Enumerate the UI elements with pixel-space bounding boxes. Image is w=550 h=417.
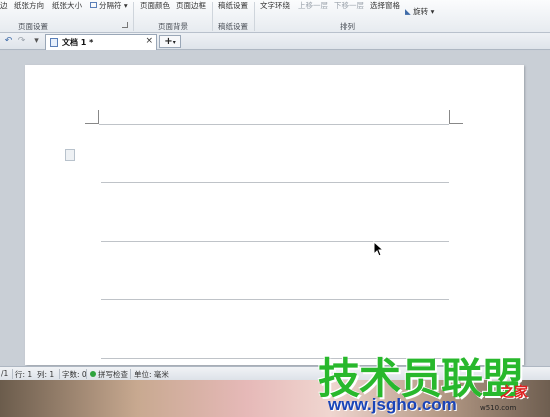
ruled-line <box>101 299 449 300</box>
bring-forward-button[interactable]: 上移一层 <box>298 0 328 11</box>
spell-check-icon <box>90 371 96 377</box>
chevron-down-icon: ▾ <box>172 39 176 46</box>
margins-button[interactable]: 边 <box>0 0 8 11</box>
ruled-line <box>101 182 449 183</box>
chevron-down-icon: ▾ <box>430 7 435 16</box>
page-border-button[interactable]: 页面边框 <box>176 0 206 11</box>
group-page-background: 页面背景 <box>158 22 188 31</box>
status-word-count[interactable]: 字数: 0 <box>62 369 87 380</box>
document-workspace <box>0 51 550 365</box>
status-separator <box>59 369 60 379</box>
selection-pane-button[interactable]: 选择窗格 <box>370 0 400 11</box>
undo-icon[interactable]: ↶ <box>3 35 14 47</box>
status-column: 列: 1 <box>37 370 55 379</box>
breaks-icon <box>90 2 97 8</box>
rotate-label: 旋转 <box>413 7 429 16</box>
chevron-down-icon[interactable]: ▾ <box>31 35 42 47</box>
ruled-line <box>101 241 449 242</box>
status-line: 行: 1 <box>15 370 33 379</box>
breaks-button[interactable]: 分隔符 ▾ <box>90 0 128 11</box>
spell-check-toggle[interactable]: 拼写检查 <box>98 369 128 380</box>
breaks-label: 分隔符 <box>99 1 122 10</box>
rotate-icon: ◣ <box>405 7 411 16</box>
redo-icon[interactable]: ↷ <box>16 35 27 47</box>
ribbon-separator <box>254 2 255 31</box>
ribbon-separator <box>212 2 213 31</box>
status-separator <box>12 369 13 379</box>
status-unit[interactable]: 单位: 毫米 <box>134 369 169 380</box>
header-line <box>99 124 449 125</box>
status-separator <box>86 369 87 379</box>
tab-document-1[interactable]: 文档 1 * × <box>45 34 157 50</box>
watermark-badge: 之家 <box>500 385 528 401</box>
margin-corner-mark <box>85 110 99 124</box>
chevron-down-icon: ▾ <box>123 1 128 10</box>
close-icon[interactable]: × <box>145 36 153 46</box>
plus-icon: + <box>164 36 173 47</box>
ribbon: 边 纸张方向 纸张大小 分隔符 ▾ 页面颜色 页面边框 稿纸设置 文字环绕 上移… <box>0 0 550 33</box>
orientation-button[interactable]: 纸张方向 <box>14 0 44 11</box>
rotate-button[interactable]: ◣ 旋转 ▾ <box>405 6 434 17</box>
document-icon <box>50 38 58 47</box>
page-color-button[interactable]: 页面颜色 <box>140 0 170 11</box>
document-page[interactable] <box>25 65 524 365</box>
mouse-pointer-icon <box>373 241 385 257</box>
manuscript-settings-button[interactable]: 稿纸设置 <box>218 0 248 11</box>
watermark-small-url: w510.com <box>480 404 517 412</box>
new-tab-button[interactable]: +▾ <box>159 35 181 48</box>
group-arrange: 排列 <box>340 22 355 31</box>
status-page: /1 <box>1 369 9 378</box>
paper-size-button[interactable]: 纸张大小 <box>52 0 82 11</box>
margin-corner-mark <box>449 110 463 124</box>
ribbon-separator <box>133 2 134 31</box>
paragraph-mark-icon <box>65 149 75 161</box>
document-tab-bar: ↶ ↷ ▾ 文档 1 * × +▾ <box>0 33 550 50</box>
page-setup-launcher-icon[interactable] <box>122 22 128 28</box>
send-backward-button[interactable]: 下移一层 <box>334 0 364 11</box>
group-page-setup: 页面设置 <box>18 22 48 31</box>
group-manuscript: 稿纸设置 <box>218 22 248 31</box>
text-wrap-button[interactable]: 文字环绕 <box>260 0 290 11</box>
status-separator <box>130 369 131 379</box>
tab-label: 文档 1 * <box>62 38 94 47</box>
watermark-url: www.jsgho.com <box>328 395 457 414</box>
